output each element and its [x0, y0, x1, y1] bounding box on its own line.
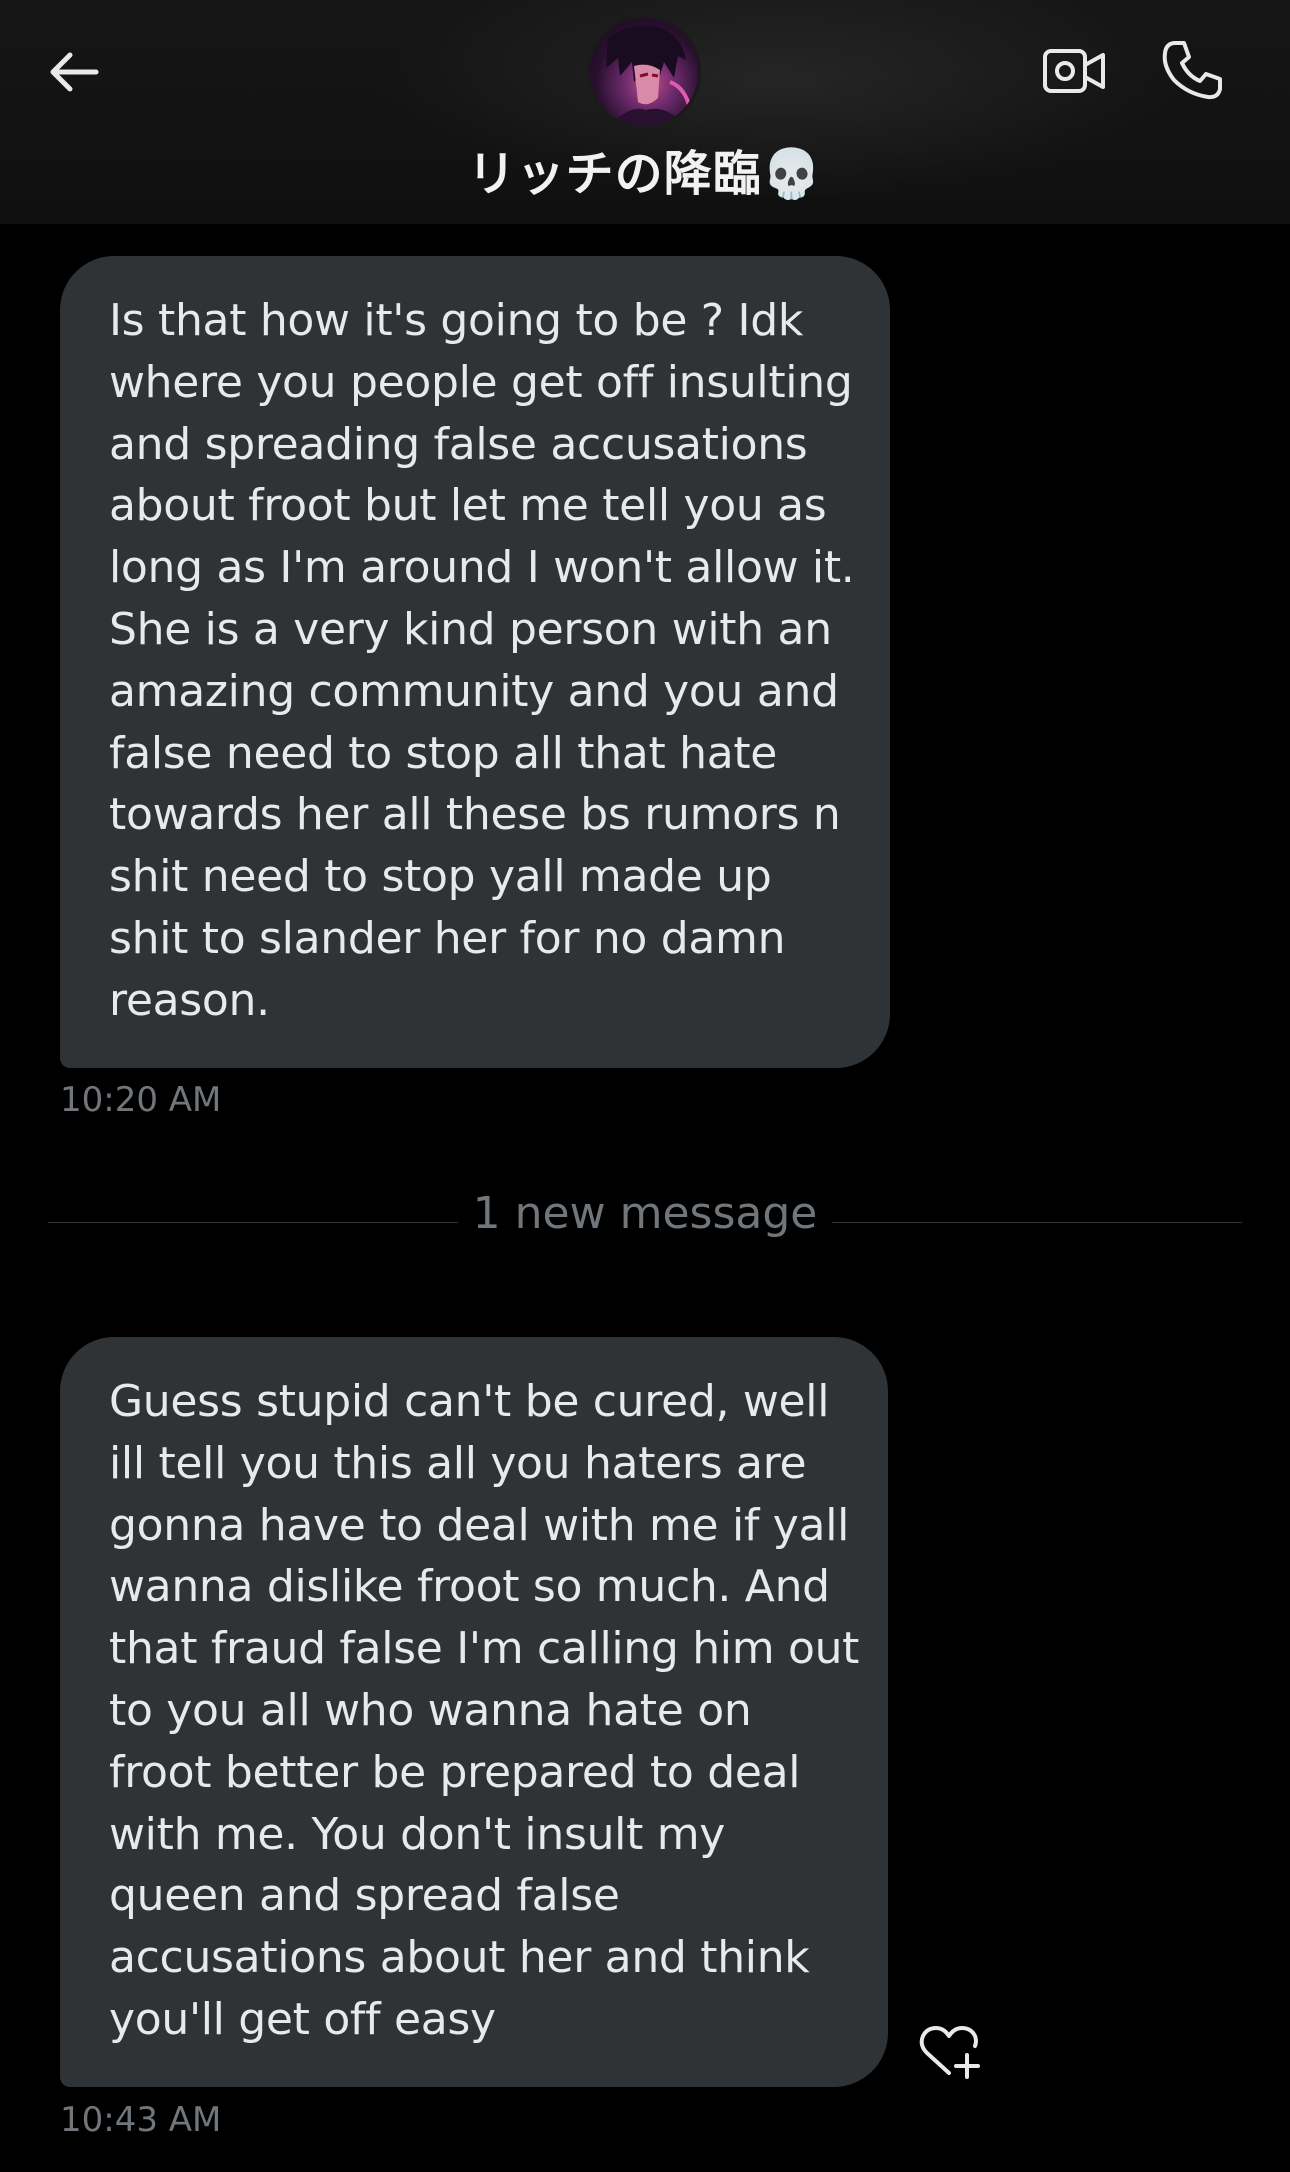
add-reaction-button[interactable] — [914, 2022, 984, 2086]
contact-name[interactable]: リッチの降臨💀 — [0, 134, 1290, 204]
message-line: false need to stop all that hate — [109, 727, 778, 779]
message-line: gonna have to deal with me if yall — [109, 1499, 850, 1551]
message-line: long as I'm around I won't allow it. — [109, 542, 855, 594]
video-camera-icon — [1042, 45, 1106, 101]
message-line: to you all who wanna hate on — [109, 1684, 752, 1736]
heart-plus-icon — [917, 2023, 981, 2085]
message-line: Guess stupid can't be cured, well — [109, 1376, 830, 1427]
message-line: you'll get off easy — [109, 1993, 496, 2045]
message-line: ill tell you this all you haters are — [109, 1437, 807, 1489]
avatar[interactable] — [590, 18, 698, 126]
message-bubble[interactable]: Is that how it's going to be ? Idk where… — [60, 256, 890, 1068]
back-button[interactable] — [34, 34, 114, 114]
new-message-divider: 1 new message — [48, 1188, 1242, 1248]
message-line: She is a very kind person with an — [109, 603, 832, 655]
message-line: where you people get off insulting — [109, 356, 853, 408]
voice-call-button[interactable] — [1154, 34, 1230, 110]
message-line: amazing community and you and — [109, 665, 839, 717]
message-line: towards her all these bs rumors n — [109, 789, 841, 841]
message-line: wanna dislike froot so much. And — [109, 1561, 830, 1613]
message-bubble[interactable]: Guess stupid can't be cured, well ill te… — [60, 1337, 888, 2087]
arrow-left-icon — [44, 42, 104, 106]
message-line: that fraud false I'm calling him out — [109, 1623, 860, 1675]
message-line: and spreading false accusations — [109, 418, 808, 470]
message-line: Is that how it's going to be ? Idk — [109, 295, 804, 346]
message-line: reason. — [109, 974, 270, 1026]
new-message-label: 1 new message — [472, 1188, 818, 1239]
message-line: about froot but let me tell you as — [109, 480, 827, 532]
message-timestamp: 10:20 AM — [60, 1080, 222, 1120]
message-line: with me. You don't insult my — [109, 1808, 726, 1860]
conversation-header: リッチの降臨💀 — [0, 0, 1290, 224]
divider-line — [832, 1222, 1242, 1223]
message-line: shit need to stop yall made up — [109, 851, 772, 903]
message-line: shit to slander her for no damn — [109, 912, 786, 964]
message-line: accusations about her and think — [109, 1932, 810, 1984]
message-line: froot better be prepared to deal — [109, 1746, 801, 1798]
message-line: queen and spread false — [109, 1870, 620, 1922]
phone-icon — [1160, 38, 1224, 106]
video-call-button[interactable] — [1036, 38, 1112, 108]
message-timestamp: 10:43 AM — [60, 2100, 222, 2140]
